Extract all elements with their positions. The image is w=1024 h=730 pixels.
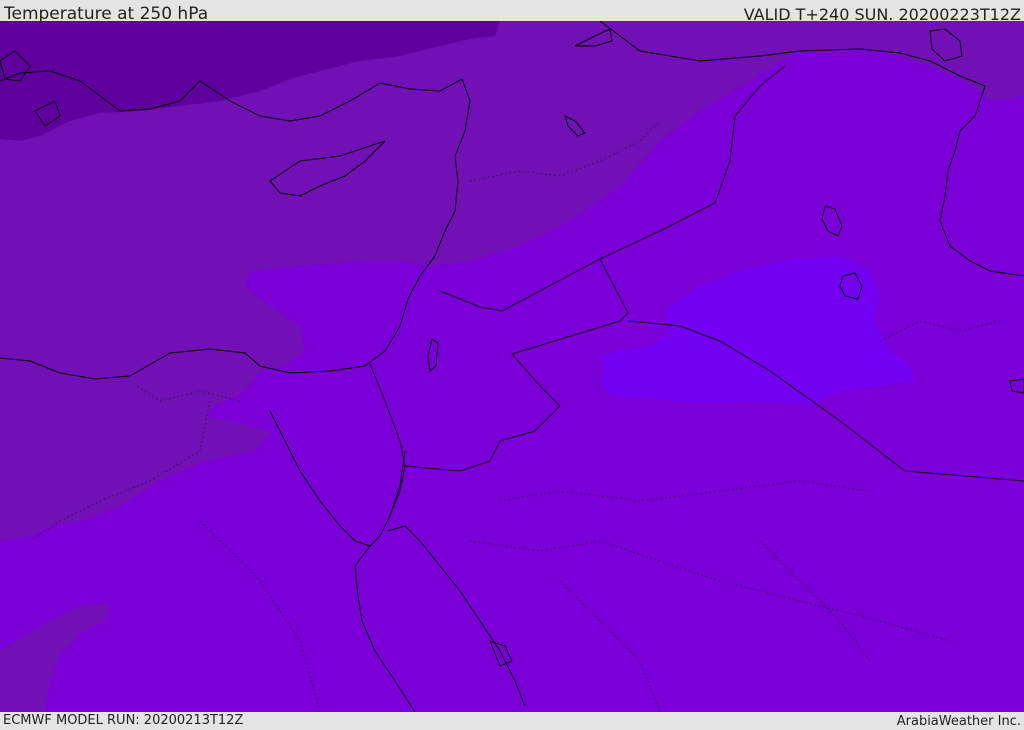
header-bar: Temperature at 250 hPa VALID T+240 SUN. … xyxy=(0,0,1024,24)
temperature-map xyxy=(0,21,1024,712)
map-canvas xyxy=(0,21,1024,712)
footer-bar: ECMWF MODEL RUN: 20200213T12Z ArabiaWeat… xyxy=(0,712,1024,729)
credit-label: ArabiaWeather Inc. xyxy=(896,714,1021,729)
model-run: ECMWF MODEL RUN: 20200213T12Z xyxy=(3,713,244,728)
valid-time: VALID T+240 SUN. 20200223T12Z xyxy=(743,5,1021,24)
map-title: Temperature at 250 hPa xyxy=(4,4,209,24)
